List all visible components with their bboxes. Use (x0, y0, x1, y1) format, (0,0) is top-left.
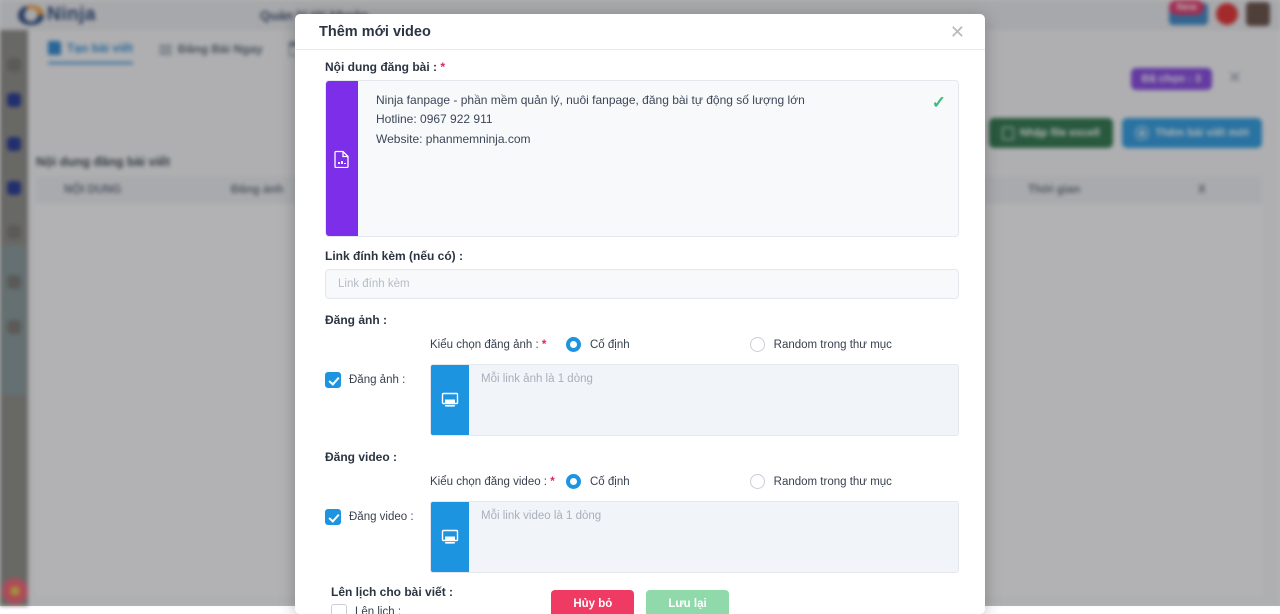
modal-header: Thêm mới video ✕ (295, 14, 985, 50)
image-mode-label: Kiểu chọn đăng ảnh : * (430, 339, 566, 351)
radio-label: Random trong thư mục (774, 339, 892, 351)
video-upload-row: Đăng video : (325, 501, 959, 573)
content-field-value: Ninja fanpage - phần mềm quản lý, nuôi f… (358, 81, 958, 236)
file-text-icon (326, 81, 358, 236)
image-checkbox-wrap[interactable]: Đăng ảnh : (325, 364, 430, 388)
save-button[interactable]: Lưu lại (646, 590, 728, 614)
content-field-label-text: Nội dung đăng bài : (325, 60, 437, 74)
monitor-icon[interactable] (431, 502, 469, 572)
link-input[interactable] (325, 269, 959, 299)
video-mode-row: Kiểu chọn đăng video : * Cố định Random … (325, 474, 959, 489)
image-section-title: Đăng ảnh : (325, 313, 959, 327)
video-mode-option-random[interactable]: Random trong thư mục (750, 474, 892, 489)
radio-label: Cố định (590, 339, 630, 351)
video-mode-label-text: Kiểu chọn đăng video : (430, 476, 547, 488)
modal-footer: Hủy bỏ Lưu lại (295, 590, 985, 614)
required-marker: * (550, 476, 554, 488)
image-upload-box[interactable] (430, 364, 959, 436)
radio-icon[interactable] (750, 474, 765, 489)
modal-title: Thêm mới video (319, 24, 946, 40)
video-links-textarea[interactable] (469, 502, 958, 572)
radio-label: Random trong thư mục (774, 476, 892, 488)
video-mode-label: Kiểu chọn đăng video : * (430, 476, 566, 488)
radio-icon-selected[interactable] (566, 337, 581, 352)
checkbox-label: Đăng video : (349, 511, 414, 523)
video-mode-option-fixed[interactable]: Cố định (566, 474, 630, 489)
check-icon: ✓ (932, 93, 946, 113)
radio-icon[interactable] (750, 337, 765, 352)
image-mode-option-fixed[interactable]: Cố định (566, 337, 630, 352)
cancel-button[interactable]: Hủy bỏ (551, 590, 634, 614)
video-section-title: Đăng video : (325, 450, 959, 464)
link-field-label: Link đính kèm (nếu có) : (325, 249, 959, 263)
close-icon[interactable]: ✕ (946, 23, 969, 41)
required-marker: * (440, 60, 445, 74)
checkbox-image-checked[interactable] (325, 372, 341, 388)
image-mode-option-random[interactable]: Random trong thư mục (750, 337, 892, 352)
image-links-textarea[interactable] (469, 365, 958, 435)
image-upload-row: Đăng ảnh : (325, 364, 959, 436)
radio-label: Cố định (590, 476, 630, 488)
monitor-icon[interactable] (431, 365, 469, 435)
add-video-modal: Thêm mới video ✕ Nội dung đăng bài : * N… (295, 14, 985, 614)
content-field-box[interactable]: Ninja fanpage - phần mềm quản lý, nuôi f… (325, 80, 959, 237)
image-mode-label-text: Kiểu chọn đăng ảnh : (430, 339, 539, 351)
radio-icon-selected[interactable] (566, 474, 581, 489)
required-marker: * (542, 339, 546, 351)
content-field-label: Nội dung đăng bài : * (325, 60, 959, 74)
video-upload-box[interactable] (430, 501, 959, 573)
checkbox-label: Đăng ảnh : (349, 374, 405, 386)
video-checkbox-wrap[interactable]: Đăng video : (325, 501, 430, 525)
modal-body: Nội dung đăng bài : * Ninja fanpage - ph… (295, 50, 985, 614)
checkbox-video-checked[interactable] (325, 509, 341, 525)
image-mode-row: Kiểu chọn đăng ảnh : * Cố định Random tr… (325, 337, 959, 352)
